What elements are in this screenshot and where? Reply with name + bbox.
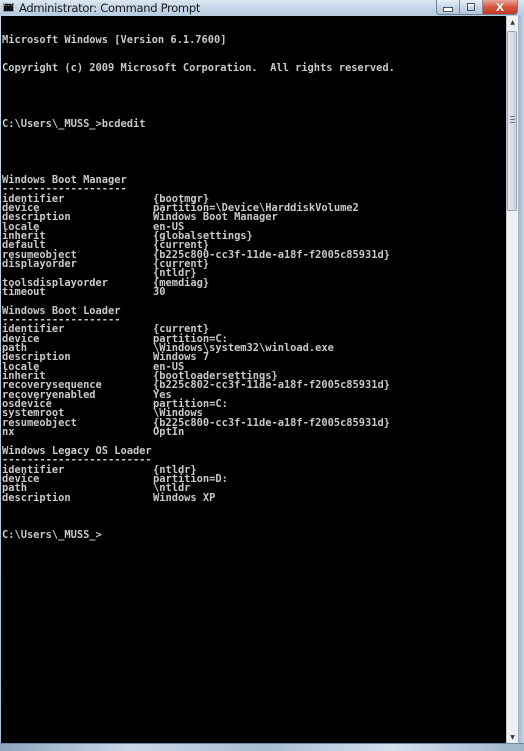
bcd-sections: Windows Boot Manager --------------------… [2,174,395,512]
cmd-icon[interactable] [3,2,14,12]
window-frame-right[interactable] [518,16,524,750]
entry-key: nx [2,426,15,439]
minimize-button[interactable] [437,0,460,14]
bcd-entry: timeout 30 [2,285,395,298]
arrow-down-icon: ▼ [510,733,515,741]
entry-key: resumeobject [2,416,77,429]
arrow-up-icon: ▲ [510,18,515,26]
entry-value: {b225c800-cc3f-11de-a18f-f2005c85931d} [153,416,390,429]
close-icon: X [495,0,505,14]
scroll-up-button[interactable]: ▲ [507,16,518,28]
command-prompt-window: Administrator: Command Prompt X Microsof… [0,0,524,751]
minimize-icon [443,6,453,12]
restore-icon [467,3,475,11]
final-prompt-line: C:\Users\_MUSS_> [2,528,395,541]
bcd-entry: nx OptIn [2,426,395,439]
console-text: Microsoft Windows [Version 6.1.7600] Cop… [2,17,395,559]
window-title: Administrator: Command Prompt [19,1,201,15]
bcd-entry: resumeobject {b225c800-cc3f-11de-a18f-f20… [2,416,395,429]
version-line: Microsoft Windows [Version 6.1.7600] [2,33,227,46]
scroll-thumb[interactable] [507,31,517,211]
title-bar[interactable]: Administrator: Command Prompt X [0,0,524,16]
scroll-down-button[interactable]: ▼ [507,731,518,743]
bcd-entry: description Windows XP [2,491,395,504]
entry-key: description [2,491,71,504]
console-output[interactable]: Microsoft Windows [Version 6.1.7600] Cop… [1,16,506,743]
prompt: C:\Users\_MUSS_> [2,528,102,541]
bcd-entry: toolsdisplayorder {memdiag} [2,277,395,288]
command-line: C:\Users\_MUSS_>bcdedit [2,117,395,130]
entry-value: Windows XP [153,491,216,504]
entry-value: {b225c802-cc3f-11de-a18f-f2005c85931d} [153,379,390,392]
maximize-button[interactable] [460,0,483,14]
entry-value: OptIn [153,426,185,439]
grip-icon [510,116,515,123]
bcd-entry: device partition=D: [2,473,395,484]
copyright-line: Copyright (c) 2009 Microsoft Corporation… [2,61,395,74]
bcd-entry: description Windows Boot Manager [2,212,395,223]
command-text: bcdedit [101,117,146,130]
vertical-scrollbar[interactable]: ▲ ▼ [506,16,518,743]
entry-key: timeout [2,285,46,298]
prompt: C:\Users\_MUSS_> [2,117,102,130]
entry-key: displayorder [2,257,77,270]
window-controls: X [436,0,518,15]
entry-value: 30 [153,285,166,298]
close-button[interactable]: X [483,0,517,14]
bcd-entry: description Windows 7 [2,352,395,363]
bcd-entry: displayorder {current} [2,257,395,270]
